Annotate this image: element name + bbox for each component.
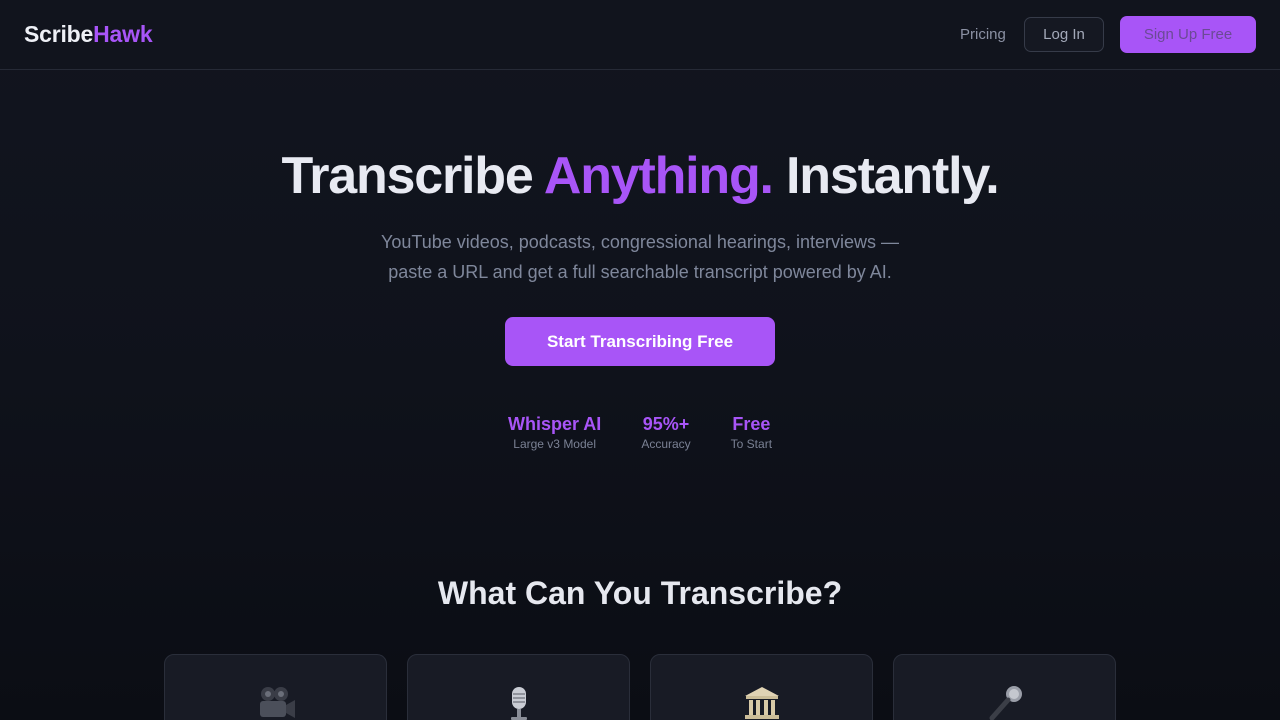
hero-subtitle: YouTube videos, podcasts, congressional … bbox=[340, 227, 940, 287]
card-podcasts[interactable] bbox=[407, 654, 630, 720]
hero-title-start: Transcribe bbox=[281, 147, 544, 205]
stat-label: Large v3 Model bbox=[513, 437, 596, 451]
classical-building-icon bbox=[651, 685, 872, 720]
logo[interactable]: ScribeHawk bbox=[24, 21, 153, 48]
card-hearings[interactable] bbox=[650, 654, 873, 720]
hero-title: Transcribe Anything. Instantly. bbox=[0, 146, 1280, 206]
movie-camera-icon bbox=[165, 685, 386, 720]
stat-price: Free To Start bbox=[731, 413, 772, 451]
card-videos[interactable] bbox=[164, 654, 387, 720]
hero-title-accent: Anything. bbox=[543, 147, 774, 205]
stat-value: Free bbox=[732, 414, 771, 434]
landing-page: ScribeHawk Pricing Log In Sign Up Free T… bbox=[0, 0, 1280, 720]
use-case-cards bbox=[164, 654, 1116, 720]
stat-label: Accuracy bbox=[641, 437, 691, 451]
login-button[interactable]: Log In bbox=[1024, 17, 1104, 52]
stat-value: 95%+ bbox=[642, 414, 690, 434]
hero-subtitle-line-1: YouTube videos, podcasts, congressional … bbox=[381, 232, 899, 252]
signup-button[interactable]: Sign Up Free bbox=[1120, 16, 1256, 53]
hero-subtitle-line-2: paste a URL and get a full searchable tr… bbox=[388, 262, 892, 282]
card-interviews[interactable] bbox=[893, 654, 1116, 720]
section-title: What Can You Transcribe? bbox=[437, 575, 843, 611]
stat-accuracy: 95%+ Accuracy bbox=[641, 413, 690, 451]
studio-microphone-icon bbox=[408, 685, 629, 720]
hero-title-end: Instantly. bbox=[772, 147, 1000, 205]
logo-text-hawk: Hawk bbox=[93, 21, 153, 47]
stats-row: Whisper AI Large v3 Model 95%+ Accuracy … bbox=[0, 413, 1280, 451]
stat-model: Whisper AI Large v3 Model bbox=[508, 413, 601, 451]
top-nav: ScribeHawk Pricing Log In Sign Up Free bbox=[0, 0, 1280, 70]
microphone-icon bbox=[894, 685, 1115, 720]
logo-text-scribe: Scribe bbox=[24, 21, 94, 47]
stat-value: Whisper AI bbox=[507, 414, 602, 434]
stat-label: To Start bbox=[730, 437, 773, 451]
start-transcribing-button[interactable]: Start Transcribing Free bbox=[505, 317, 775, 366]
nav-link-pricing[interactable]: Pricing bbox=[960, 26, 1006, 43]
